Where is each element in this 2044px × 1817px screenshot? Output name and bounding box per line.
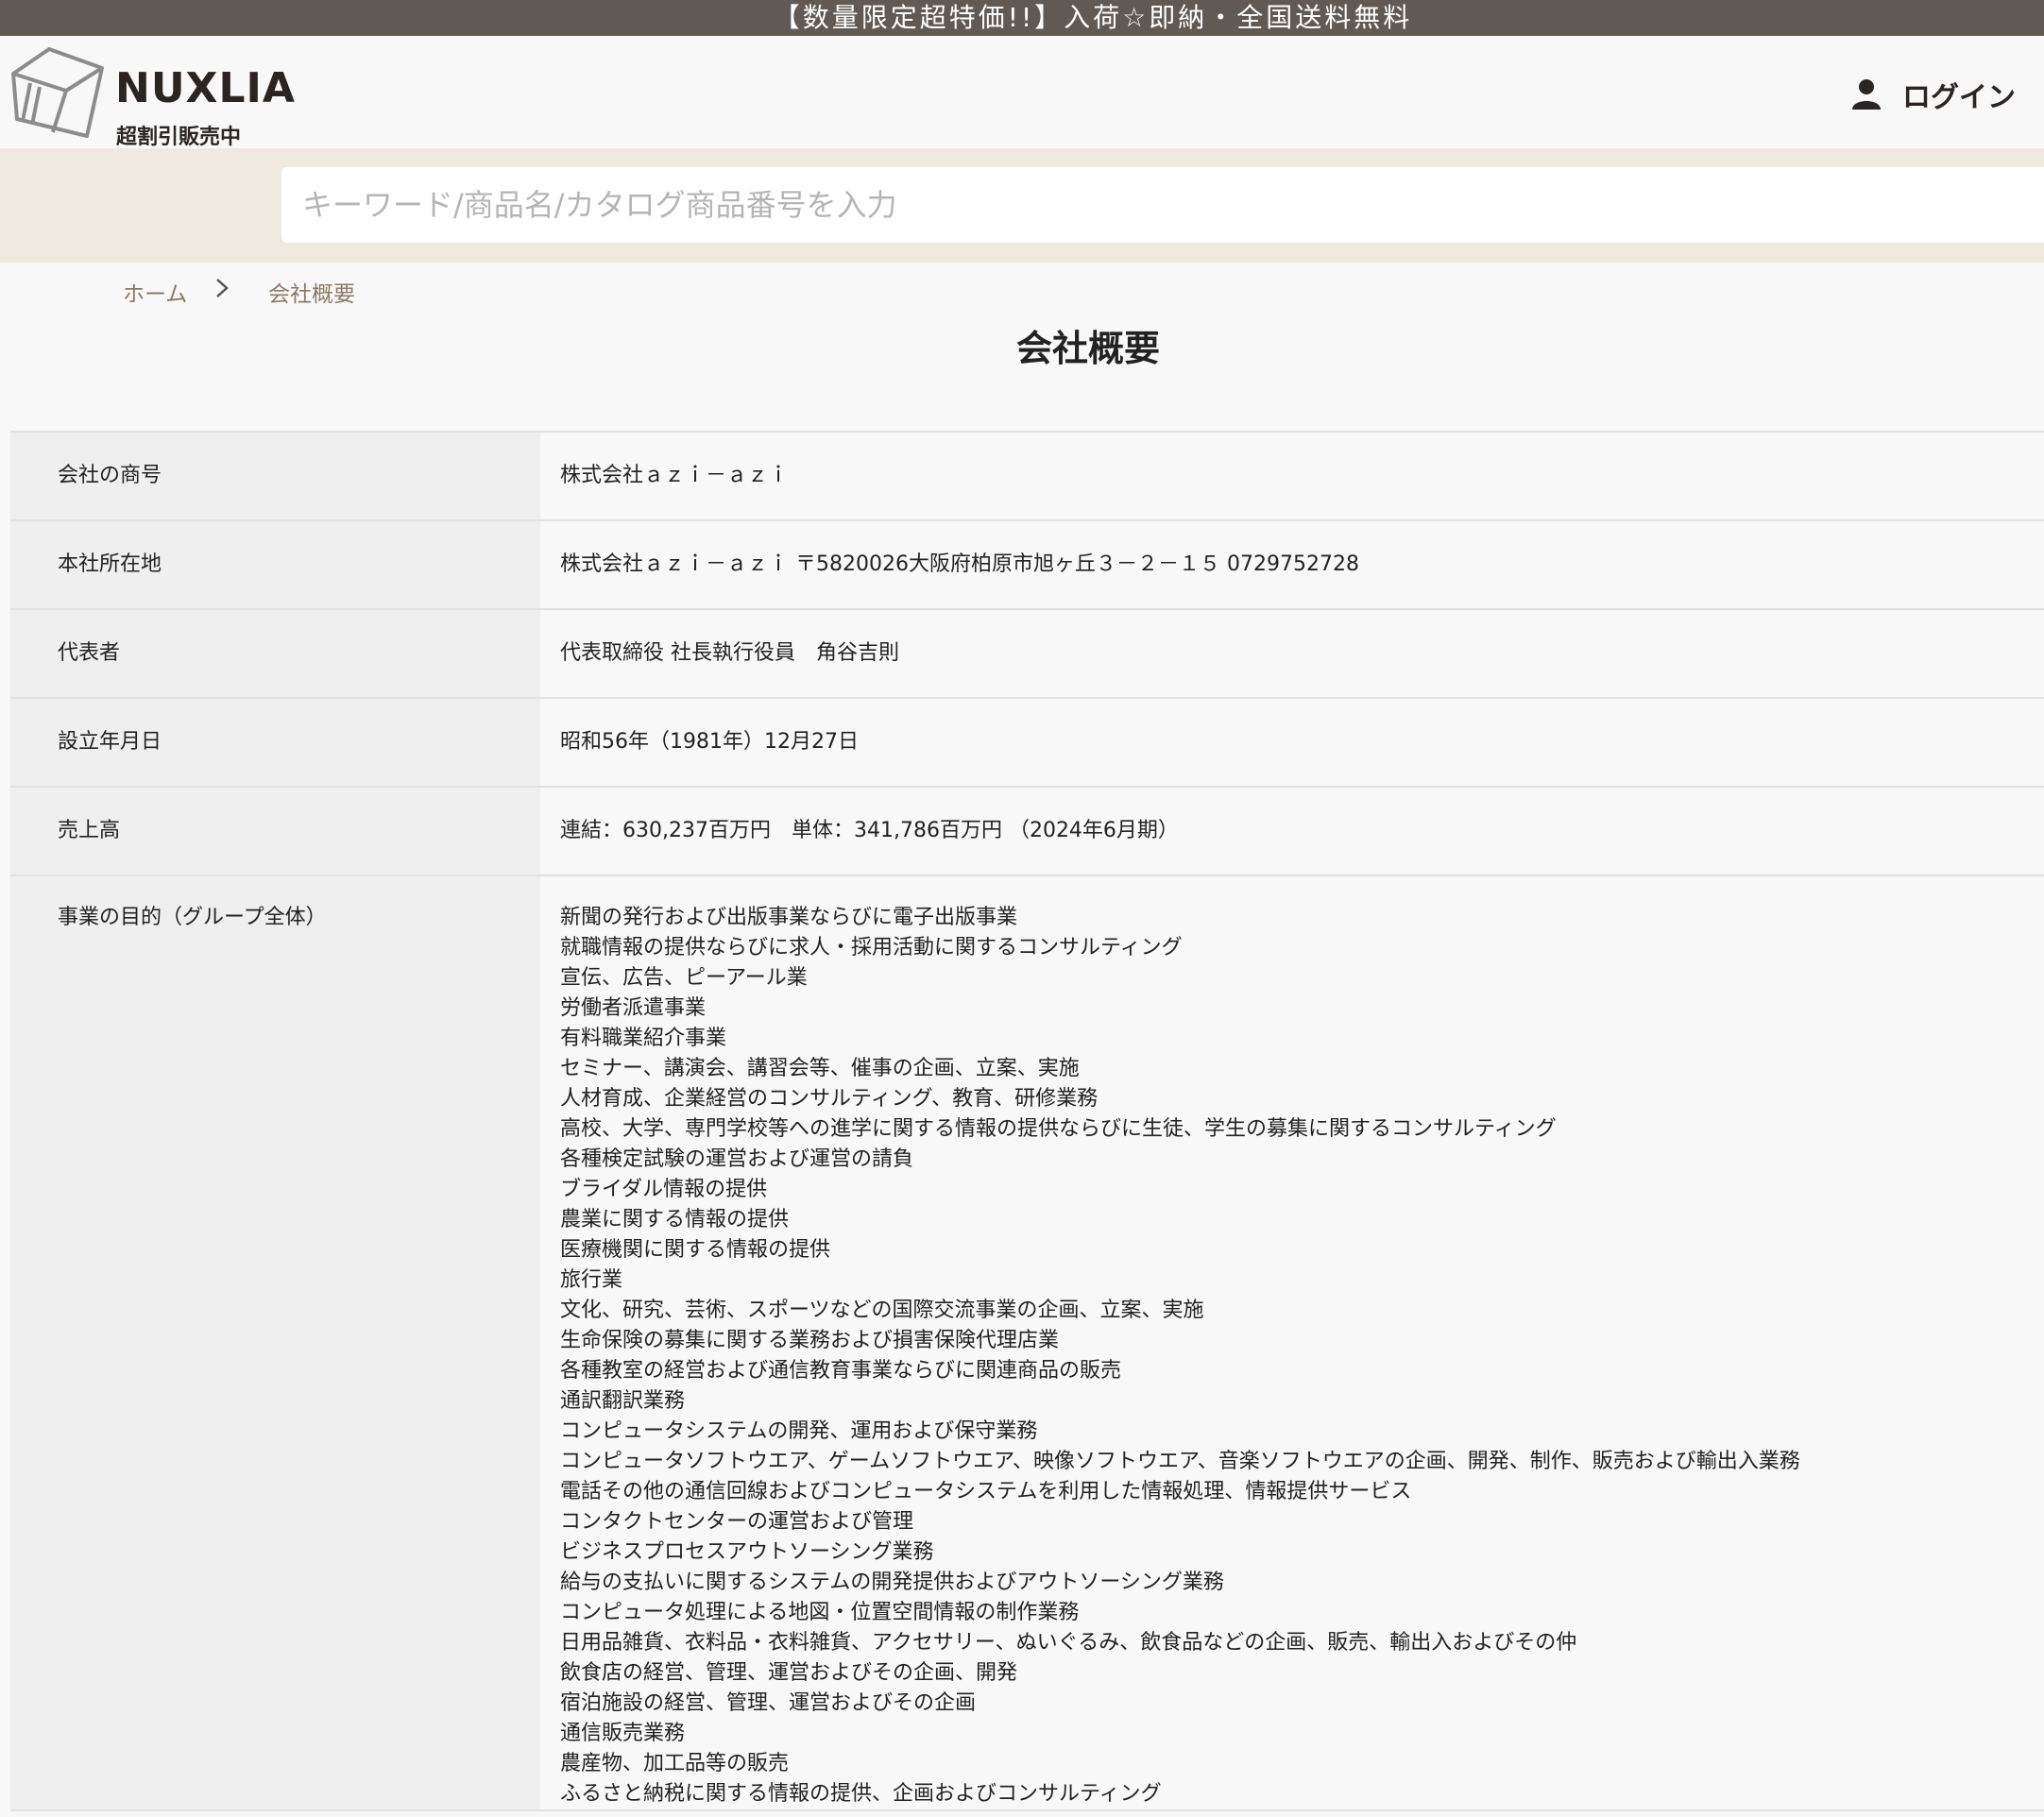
list-item: 医療機関に関する情報の提供 <box>560 1238 831 1262</box>
row-value: 連結：630,237百万円 単体：341,786百万円 （2024年6月期） <box>540 788 2044 875</box>
row-label: 本社所在地 <box>10 521 540 608</box>
list-item: 新聞の発行および出版事業ならびに電子出版事業 <box>560 906 1018 929</box>
announcement-bar: 【数量限定超特価!!】入荷☆即納・全国送料無料 <box>0 0 2044 36</box>
list-item: 飲食店の経営、管理、運営およびその企画、開発 <box>560 1661 1018 1685</box>
list-item: コンピュータソフトウエア、ゲームソフトウエア、映像ソフトウエア、音楽ソフトウエア… <box>560 1450 1800 1473</box>
business-purpose-list: 新聞の発行および出版事業ならびに電子出版事業 就職情報の提供ならびに求人・採用活… <box>540 876 2044 1809</box>
row-value: 代表取締役 社長執行役員 角谷吉則 <box>540 610 2044 697</box>
breadcrumb-current: 会社概要 <box>268 282 355 307</box>
row-label: 事業の目的（グループ全体） <box>10 876 540 1809</box>
list-item: 日用品雑貨、衣料品・衣料雑貨、アクセサリー、ぬいぐるみ、飲食品などの企画、販売、… <box>560 1631 1577 1655</box>
list-item: 旅行業 <box>560 1268 623 1292</box>
list-item: コンピュータシステムの開発、運用および保守業務 <box>560 1419 1038 1443</box>
list-item: 宣伝、広告、ピーアール業 <box>560 966 808 990</box>
site-logo[interactable]: NUXLIA 超割引販売中 <box>11 45 296 149</box>
login-label: ログイン <box>1902 81 2016 114</box>
row-label: 会社の商号 <box>10 433 540 519</box>
list-item: 労働者派遣事業 <box>560 996 707 1020</box>
list-item: 各種教室の経営および通信教育事業ならびに関連商品の販売 <box>560 1359 1122 1383</box>
list-item: コンピュータ処理による地図・位置空間情報の制作業務 <box>560 1601 1080 1624</box>
row-label: 設立年月日 <box>10 699 540 786</box>
row-value: 株式会社ａｚｉ－ａｚｉ 〒5820026大阪府柏原市旭ヶ丘３－２－１５ 0729… <box>540 521 2044 608</box>
list-item: 農産物、加工品等の販売 <box>560 1752 790 1775</box>
list-item: コンタクトセンターの運営および管理 <box>560 1510 914 1534</box>
list-item: 文化、研究、芸術、スポーツなどの国際交流事業の企画、立案、実施 <box>560 1299 1204 1322</box>
list-item: 就職情報の提供ならびに求人・採用活動に関するコンサルティング <box>560 936 1183 959</box>
table-row: 売上高 連結：630,237百万円 単体：341,786百万円 （2024年6月… <box>10 788 2044 876</box>
table-row-business-purpose: 事業の目的（グループ全体） 新聞の発行および出版事業ならびに電子出版事業 就職情… <box>10 876 2044 1811</box>
list-item: 農業に関する情報の提供 <box>560 1208 790 1231</box>
list-item: 各種検定試験の運営および運営の請負 <box>560 1147 914 1171</box>
row-label: 代表者 <box>10 610 540 697</box>
page-title: 会社概要 <box>1015 328 1160 369</box>
list-item: ビジネスプロセスアウトソーシング業務 <box>560 1540 934 1564</box>
list-item: セミナー、講演会、講習会等、催事の企画、立案、実施 <box>560 1057 1080 1080</box>
announcement-text: 【数量限定超特価!!】入荷☆即納・全国送料無料 <box>773 2 1413 33</box>
user-icon <box>1852 79 1881 110</box>
table-row: 設立年月日 昭和56年（1981年）12月27日 <box>10 699 2044 788</box>
list-item: 生命保険の募集に関する業務および損害保険代理店業 <box>560 1329 1060 1352</box>
list-item: 給与の支払いに関するシステムの開発提供およびアウトソーシング業務 <box>560 1571 1224 1594</box>
row-value: 昭和56年（1981年）12月27日 <box>540 699 2044 786</box>
login-button[interactable]: ログイン <box>1849 74 2016 115</box>
list-item: 宿泊施設の経営、管理、運営およびその企画 <box>560 1691 977 1715</box>
list-item: ブライダル情報の提供 <box>560 1178 768 1201</box>
table-row: 会社の商号 株式会社ａｚｉ－ａｚｉ <box>10 433 2044 521</box>
breadcrumb-home-link[interactable]: ホーム <box>123 276 187 308</box>
company-info-table: 会社の商号 株式会社ａｚｉ－ａｚｉ 本社所在地 株式会社ａｚｉ－ａｚｉ 〒582… <box>10 431 2044 1811</box>
list-item: 通信販売業務 <box>560 1722 686 1745</box>
search-input[interactable]: キーワード/商品名/カタログ商品番号を入力 <box>281 167 2044 243</box>
table-row: 代表者 代表取締役 社長執行役員 角谷吉則 <box>10 610 2044 699</box>
list-item: 通訳翻訳業務 <box>560 1389 686 1413</box>
brand-tagline: 超割引販売中 <box>116 126 242 149</box>
chevron-right-icon <box>216 279 229 297</box>
list-item: 人材育成、企業経営のコンサルティング、教育、研修業務 <box>560 1087 1099 1111</box>
brand-name: NUXLIA <box>115 64 296 112</box>
cube-logo-icon <box>11 47 104 138</box>
list-item: 有料職業紹介事業 <box>560 1027 727 1050</box>
row-value: 株式会社ａｚｉ－ａｚｉ <box>540 433 2044 519</box>
list-item: 高校、大学、専門学校等への進学に関する情報の提供ならびに生徒、学生の募集に関する… <box>560 1117 1557 1141</box>
search-band: キーワード/商品名/カタログ商品番号を入力 <box>0 148 2044 263</box>
row-label: 売上高 <box>10 788 540 875</box>
breadcrumb: ホーム 会社概要 <box>0 263 2044 319</box>
list-item: 電話その他の通信回線およびコンピュータシステムを利用した情報処理、情報提供サービ… <box>560 1480 1412 1503</box>
table-row: 本社所在地 株式会社ａｚｉ－ａｚｉ 〒5820026大阪府柏原市旭ヶ丘３－２－１… <box>10 521 2044 610</box>
site-header: NUXLIA 超割引販売中 ログイン <box>0 36 2044 149</box>
list-item: ふるさと納税に関する情報の提供、企画およびコンサルティング <box>560 1782 1162 1806</box>
